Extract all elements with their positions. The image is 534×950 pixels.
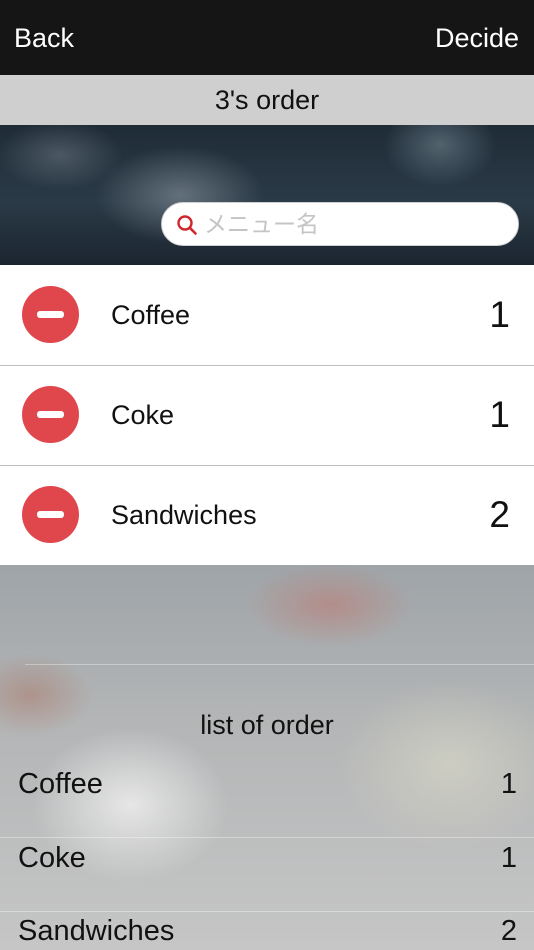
order-item-quantity: 1 — [489, 394, 510, 435]
minus-circle-icon — [37, 411, 64, 418]
remove-item-button[interactable] — [22, 386, 79, 443]
order-item-name: Sandwiches — [111, 500, 257, 530]
page-title: 3's order — [0, 75, 534, 125]
search-bar[interactable] — [161, 202, 519, 247]
minus-circle-icon — [37, 311, 64, 318]
navigation-bar: Back Decide — [0, 0, 534, 75]
summary-heading: list of order — [200, 710, 334, 740]
summary-item-name: Coffee — [18, 768, 103, 800]
order-row: Coke 1 — [0, 365, 534, 465]
remove-item-button[interactable] — [22, 286, 79, 343]
back-button[interactable]: Back — [14, 20, 74, 56]
order-summary: list of order Coffee 1 Coke 1 Sandwiches… — [0, 565, 534, 950]
summary-row: Coke 1 — [0, 839, 534, 912]
summary-item-quantity: 1 — [500, 768, 517, 800]
order-row: Sandwiches 2 — [0, 465, 534, 565]
order-item-quantity: 2 — [489, 494, 510, 535]
summary-item-name: Coke — [18, 842, 86, 874]
summary-divider — [25, 664, 534, 665]
summary-row: Sandwiches 2 — [0, 912, 534, 950]
search-input[interactable] — [202, 203, 506, 247]
order-row: Coffee 1 — [0, 265, 534, 365]
order-screen: Back Decide 3's order Coffee 1 Coke 1 — [0, 0, 534, 950]
summary-item-name: Sandwiches — [18, 915, 175, 947]
order-item-name: Coke — [111, 400, 175, 430]
decide-button[interactable]: Decide — [435, 20, 519, 56]
summary-row-divider — [0, 837, 534, 838]
remove-item-button[interactable] — [22, 486, 79, 543]
order-item-quantity: 1 — [489, 294, 510, 335]
minus-circle-icon — [37, 511, 64, 518]
summary-item-quantity: 2 — [500, 915, 517, 947]
summary-item-quantity: 1 — [500, 842, 517, 874]
search-header — [0, 125, 534, 265]
summary-row: Coffee 1 — [0, 765, 534, 838]
order-item-name: Coffee — [111, 300, 191, 330]
order-list: Coffee 1 Coke 1 Sandwiches 2 — [0, 265, 534, 565]
search-icon — [177, 215, 197, 235]
